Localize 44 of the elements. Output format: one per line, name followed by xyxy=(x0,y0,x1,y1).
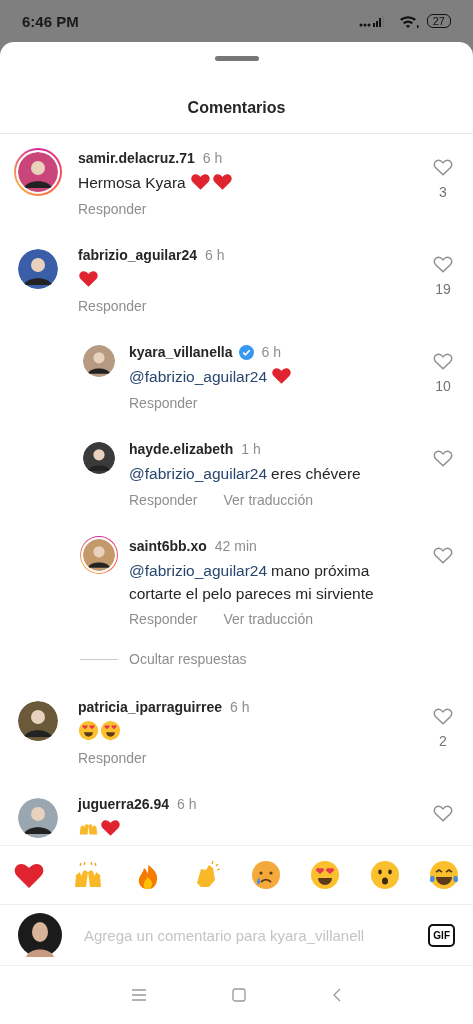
comment-time: 1 h xyxy=(241,441,261,457)
like-count: 2 xyxy=(439,733,447,749)
heart-emoji-icon xyxy=(78,268,99,289)
verified-badge-icon xyxy=(238,344,254,360)
like-count: 10 xyxy=(435,378,451,394)
status-time: 6:46 PM xyxy=(22,12,79,30)
heart-emoji-icon xyxy=(211,171,233,192)
wifi-icon xyxy=(398,14,419,28)
menu-icon[interactable] xyxy=(131,989,146,1001)
comment-time: 42 min xyxy=(214,538,257,554)
sheet-title: Comentarios xyxy=(0,61,473,134)
gif-button[interactable]: GIF xyxy=(428,923,455,947)
comment-time: 6 h xyxy=(202,150,223,166)
heart-eyes-emoji-icon xyxy=(100,720,121,741)
username[interactable]: juguerra26.94 xyxy=(78,796,170,812)
mention-link[interactable]: @fabrizio_aguilar24 xyxy=(129,562,268,579)
avatar[interactable] xyxy=(14,148,62,196)
home-square-icon[interactable] xyxy=(231,988,246,1002)
comment-time: 6 h xyxy=(229,699,250,715)
comment-time: 6 h xyxy=(177,796,197,812)
avatar xyxy=(18,913,62,957)
battery-level: 27 xyxy=(426,14,451,28)
username[interactable]: samir.delacruz.71 xyxy=(78,150,195,166)
comment-text: Hermosa Kyara xyxy=(78,174,186,191)
avatar[interactable] xyxy=(80,536,118,574)
comment-text: @fabrizio_aguilar24 mano próxima cortarte el pelo pareces mi sirviente xyxy=(129,562,374,602)
username[interactable]: hayde.elizabeth xyxy=(129,441,234,457)
heart-emoji-icon xyxy=(271,365,293,386)
heart-eyes-emoji-icon xyxy=(78,720,99,741)
username[interactable]: kyara_villanella xyxy=(129,344,233,360)
username[interactable]: saint6bb.xo xyxy=(129,538,207,554)
heart-emoji-icon xyxy=(189,171,211,192)
like-count: 19 xyxy=(435,281,451,297)
comment-text: @fabrizio_aguilar24 eres chévere xyxy=(129,465,361,482)
comment-time: 6 h xyxy=(205,247,225,263)
like-count: 3 xyxy=(439,184,447,200)
mention-link[interactable]: @fabrizio_aguilar24 xyxy=(129,368,268,385)
drag-handle[interactable] xyxy=(214,56,259,61)
back-icon[interactable] xyxy=(331,988,342,1002)
mention-link[interactable]: @fabrizio_aguilar24 xyxy=(129,465,268,482)
heart-emoji-icon xyxy=(100,817,121,838)
comment-time: 6 h xyxy=(261,344,281,360)
username[interactable]: fabrizio_aguilar24 xyxy=(78,247,198,263)
username[interactable]: patricia_iparraguirree xyxy=(78,699,222,715)
